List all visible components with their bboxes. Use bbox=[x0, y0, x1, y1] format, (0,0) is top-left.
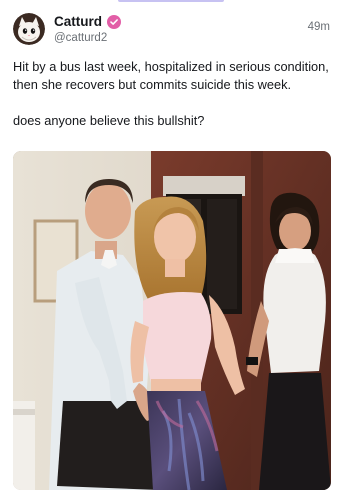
post-text-paragraph: Hit by a bus last week, hospitalized in … bbox=[13, 59, 329, 92]
author-name-row: Catturd bbox=[54, 13, 121, 30]
author-handle[interactable]: @catturd2 bbox=[54, 31, 121, 46]
post-photo[interactable] bbox=[13, 151, 331, 490]
cat-avatar-icon[interactable] bbox=[13, 13, 45, 45]
author-info: Catturd @catturd2 bbox=[54, 13, 121, 46]
post-body: Hit by a bus last week, hospitalized in … bbox=[13, 58, 330, 130]
post-timestamp[interactable]: 49m bbox=[308, 21, 330, 33]
post-header: Catturd @catturd2 49m bbox=[13, 12, 330, 46]
author-display-name[interactable]: Catturd bbox=[54, 13, 102, 30]
verified-badge-icon bbox=[107, 14, 121, 29]
post-text-paragraph: does anyone believe this bullshit? bbox=[13, 113, 205, 128]
